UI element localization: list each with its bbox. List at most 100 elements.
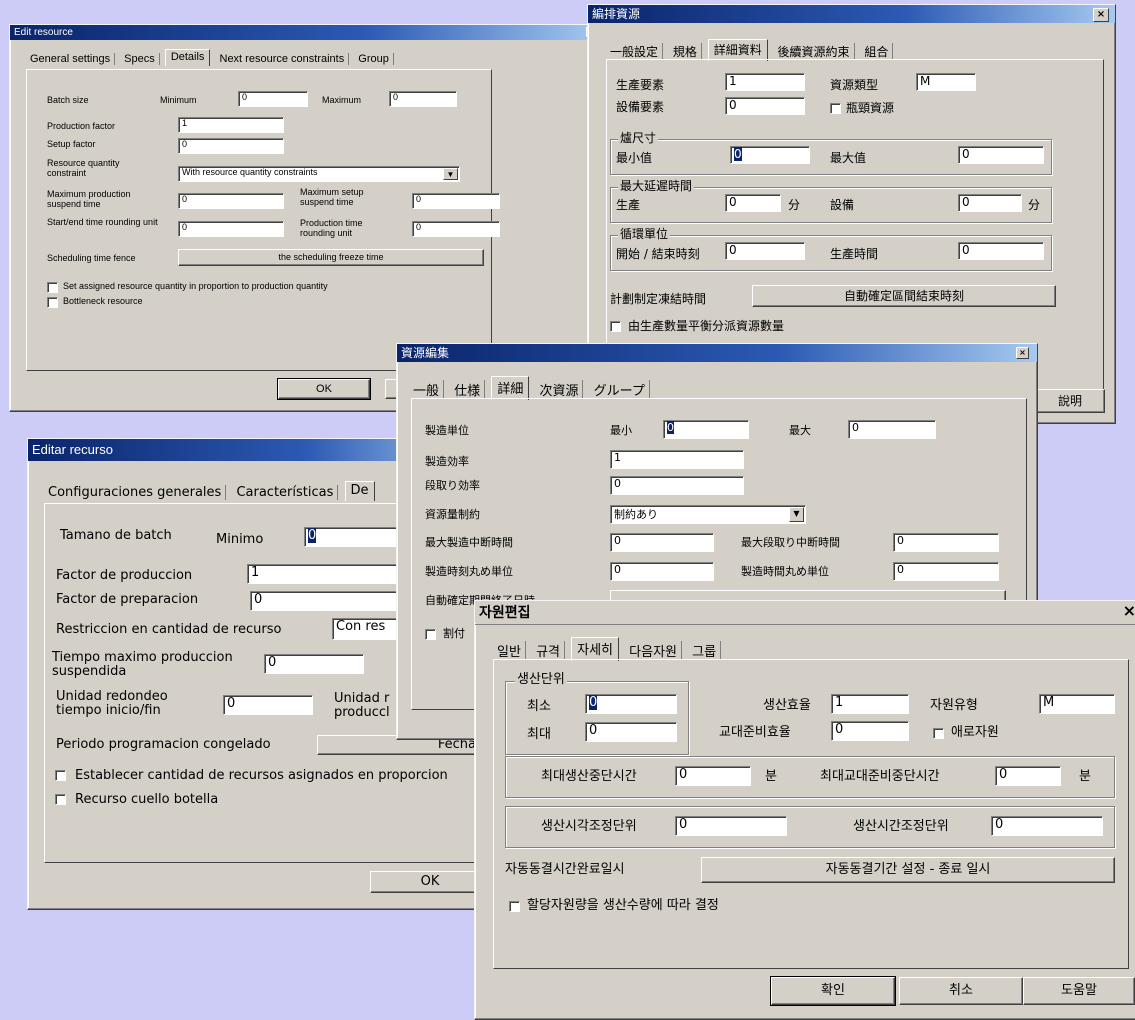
maximum-label: Maximum <box>322 95 362 105</box>
rounding2-label: Unidad r produccl <box>334 691 390 721</box>
prod-factor-label: Factor de produccion <box>56 568 193 583</box>
tab-next-resource-constraints[interactable]: Next resource constraints <box>216 53 350 65</box>
prod-factor-input[interactable]: 1 <box>725 73 805 91</box>
batch-max-input[interactable]: 0 <box>389 91 457 107</box>
start-end-rounding-input[interactable]: 0 <box>178 221 284 237</box>
help-button[interactable]: 도움말 <box>1023 977 1135 1005</box>
batch-min-input[interactable]: 0 <box>238 91 308 107</box>
tab-next-resource[interactable]: 後續資源約束 <box>774 43 855 60</box>
max-suspend-input[interactable]: 0 <box>264 654 364 674</box>
tab-group[interactable]: Group <box>354 53 394 65</box>
dur-adjust-input[interactable]: 0 <box>991 816 1103 836</box>
tab-spec[interactable]: 規格 <box>669 43 702 60</box>
tab-general[interactable]: 一般設定 <box>606 43 664 60</box>
ok-button[interactable]: OK <box>370 871 490 893</box>
freeze-button[interactable]: 自動確定區間結束時刻 <box>752 285 1056 307</box>
tab-group[interactable]: 組合 <box>860 43 894 60</box>
max-setup-suspend-input[interactable]: 0 <box>412 193 500 209</box>
tab-next-resource[interactable]: 다음자원 <box>625 641 682 660</box>
tab-details[interactable]: De <box>344 481 375 501</box>
rq-constraint-select[interactable]: With resource quantity constraints ▼ <box>178 166 460 182</box>
production-delay-input[interactable]: 0 <box>725 194 781 212</box>
resource-type-input[interactable]: M <box>916 73 976 91</box>
shift-eff-input[interactable]: 0 <box>831 721 909 741</box>
close-icon[interactable]: × <box>1093 8 1109 22</box>
tab-details[interactable]: 詳細資料 <box>707 39 768 61</box>
ok-button[interactable]: OK <box>277 378 371 400</box>
resource-constraint-select[interactable]: 制約あり ▼ <box>610 505 806 524</box>
equipment-minute-label: 分 <box>1028 198 1041 212</box>
shift-eff-label: 교대준비효율 <box>719 725 791 740</box>
time-adjust-input[interactable]: 0 <box>675 816 787 836</box>
equipment-delay-input[interactable]: 0 <box>958 194 1022 212</box>
prod-eff-label: 製造効率 <box>425 455 469 468</box>
tab-characteristics[interactable]: Características <box>232 485 339 500</box>
tab-specs[interactable]: Specs <box>120 53 160 65</box>
tab-general-settings[interactable]: General settings <box>26 53 116 65</box>
prod-unit-max-input[interactable]: 0 <box>848 420 936 439</box>
tab-details[interactable]: 자세히 <box>571 637 620 661</box>
prod-stop-minute-label: 분 <box>765 769 777 784</box>
prod-time-rounding-input[interactable]: 0 <box>412 221 500 237</box>
ok-button[interactable]: 확인 <box>770 976 896 1006</box>
assign-checkbox[interactable] <box>509 901 520 912</box>
freeze-button[interactable]: 자동동결기간 설정 - 종료 일시 <box>701 857 1115 883</box>
bottleneck-checkbox[interactable] <box>55 794 66 805</box>
prod-time-input[interactable]: 0 <box>958 242 1044 260</box>
bottleneck-checkbox[interactable] <box>933 728 944 739</box>
establish-checkbox[interactable] <box>55 770 66 781</box>
max-prod-stop-input[interactable]: 0 <box>675 766 751 786</box>
chevron-down-icon[interactable]: ▼ <box>443 168 458 180</box>
tab-spec[interactable]: 규격 <box>532 641 565 660</box>
prod-dur-round-input[interactable]: 0 <box>893 562 999 581</box>
furnace-min-input[interactable]: 0 <box>730 146 810 164</box>
bottleneck-checkbox[interactable] <box>47 297 58 308</box>
prod-unit-max-input[interactable]: 0 <box>585 722 677 742</box>
max-prod-interrupt-input[interactable]: 0 <box>610 533 714 552</box>
tab-details[interactable]: 詳細 <box>491 376 530 400</box>
max-setup-suspend-label: Maximum setup suspend time <box>300 187 364 207</box>
tab-group[interactable]: グループ <box>590 380 650 399</box>
equip-factor-input[interactable]: 0 <box>725 97 805 115</box>
tab-next-resource[interactable]: 次資源 <box>535 380 584 399</box>
prod-eff-input[interactable]: 1 <box>610 450 744 469</box>
close-icon[interactable]: × <box>1123 602 1135 620</box>
max-delay-title: 最大延遲時間 <box>618 179 695 194</box>
resource-type-input[interactable]: M <box>1039 694 1115 714</box>
max-shift-stop-input[interactable]: 0 <box>995 766 1061 786</box>
neck-resource-checkbox[interactable] <box>830 103 841 114</box>
tab-general[interactable]: 一般 <box>409 380 445 399</box>
prod-time-round-input[interactable]: 0 <box>610 562 714 581</box>
minimum-label: Minimum <box>160 95 197 105</box>
tab-general[interactable]: 일반 <box>493 641 526 660</box>
production-minute-label: 分 <box>788 198 801 212</box>
prod-eff-input[interactable]: 1 <box>831 694 909 714</box>
furnace-max-input[interactable]: 0 <box>958 146 1044 164</box>
prod-unit-min-input[interactable]: 0 <box>585 694 677 714</box>
set-assigned-checkbox[interactable] <box>47 282 58 293</box>
balance-checkbox[interactable] <box>610 321 621 332</box>
tab-general[interactable]: Configuraciones generales <box>44 485 227 500</box>
setup-eff-input[interactable]: 0 <box>610 476 744 495</box>
tab-group[interactable]: 그룹 <box>688 641 722 660</box>
tab-details[interactable]: Details <box>164 49 211 66</box>
title-bar: Edit resource <box>10 25 602 40</box>
production-factor-input[interactable]: 1 <box>178 117 284 133</box>
max-prod-suspend-input[interactable]: 0 <box>178 193 284 209</box>
cancel-button[interactable]: 취소 <box>899 977 1023 1005</box>
assign-checkbox[interactable] <box>425 629 436 640</box>
rounding-input[interactable]: 0 <box>223 695 313 715</box>
edit-resource-window-ko: 자원편집 × 일반 규격 자세히 다음자원 그룹 생산단위 최소 0 최대 0 … <box>474 600 1135 1020</box>
resource-type-label: 자원유형 <box>930 698 978 713</box>
prod-unit-min-input[interactable]: 0 <box>663 420 749 439</box>
tab-spec[interactable]: 仕様 <box>450 380 486 399</box>
close-icon[interactable]: × <box>1016 347 1029 359</box>
setup-factor-input[interactable]: 0 <box>178 138 284 154</box>
max-setup-interrupt-input[interactable]: 0 <box>893 533 999 552</box>
start-end-label: 開始 / 結束時刻 <box>616 247 700 261</box>
start-end-input[interactable]: 0 <box>725 242 805 260</box>
furnace-min-value: 0 <box>734 147 742 161</box>
chevron-down-icon[interactable]: ▼ <box>789 507 804 522</box>
fence-button[interactable]: the scheduling freeze time <box>178 249 484 266</box>
help-button[interactable]: 說明 <box>1035 389 1105 413</box>
